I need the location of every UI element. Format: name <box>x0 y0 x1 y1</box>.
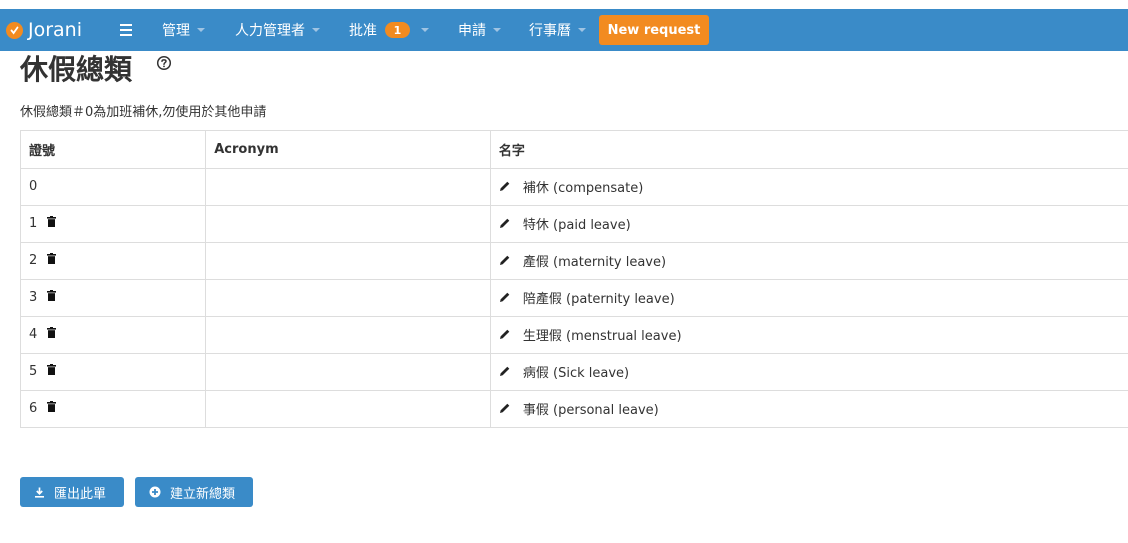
row-name: 事假 (personal leave) <box>522 402 659 418</box>
table-row: 4 生理假 (menstrual leave) <box>21 316 1128 354</box>
row-name: 補休 (compensate) <box>522 180 644 196</box>
caret-down-icon <box>493 28 501 32</box>
row-name: 產假 (maternity leave) <box>522 254 667 270</box>
nav-admin-label: 管理 <box>162 23 190 39</box>
nav-calendar-label: 行事曆 <box>529 23 571 39</box>
menu-toggle-icon[interactable] <box>118 22 134 38</box>
cell-name: 事假 (personal leave) <box>490 390 1128 428</box>
pending-count-badge: 1 <box>385 22 410 38</box>
cell-acronym <box>205 353 491 391</box>
table-row: 0 補休 (compensate) <box>21 168 1128 206</box>
nav-admin[interactable]: 管理 <box>162 9 205 51</box>
cell-name: 特休 (paid leave) <box>490 205 1128 243</box>
table-row: 1 特休 (paid leave) <box>21 205 1128 243</box>
table-row: 2 產假 (maternity leave) <box>21 242 1128 280</box>
cell-id: 4 <box>21 316 207 354</box>
nav-calendar[interactable]: 行事曆 <box>529 9 586 51</box>
cell-acronym <box>205 242 491 280</box>
row-name: 特休 (paid leave) <box>522 217 631 233</box>
delete-trash-icon[interactable] <box>47 290 56 305</box>
delete-trash-icon[interactable] <box>47 327 56 342</box>
cell-id: 2 <box>21 242 207 280</box>
leave-types-table: 證號 Acronym 名字 0 補休 (compensate) 1 特休 (pa… <box>20 130 1128 428</box>
table-header-row: 證號 Acronym 名字 <box>21 131 1128 169</box>
nav-approval-label: 批准 <box>349 23 377 39</box>
edit-pencil-icon[interactable] <box>499 365 511 381</box>
create-leave-type-label: 建立新總類 <box>170 486 236 502</box>
caret-down-icon <box>197 28 205 32</box>
plus-circle-icon <box>149 486 161 498</box>
edit-pencil-icon[interactable] <box>499 291 511 307</box>
delete-trash-icon[interactable] <box>47 216 56 231</box>
column-header-acronym[interactable]: Acronym <box>205 131 491 169</box>
cell-id: 5 <box>21 353 207 391</box>
cell-id: 6 <box>21 390 207 428</box>
top-navbar: Jorani 管理 人力管理者 批准 1 申請 行事曆 New request <box>0 9 1128 51</box>
row-id: 3 <box>29 290 38 305</box>
row-name: 陪產假 (paternity leave) <box>522 291 675 307</box>
cell-name: 陪產假 (paternity leave) <box>490 279 1128 317</box>
export-button-label: 匯出此單 <box>54 486 107 502</box>
caret-down-icon <box>312 28 320 32</box>
cell-acronym <box>205 390 491 428</box>
cell-name: 產假 (maternity leave) <box>490 242 1128 280</box>
leave-type-notice: 休假總類＃0為加班補休,勿使用於其他申請 <box>20 105 267 120</box>
nav-hr-manager-label: 人力管理者 <box>235 23 305 39</box>
download-icon <box>35 487 44 498</box>
edit-pencil-icon[interactable] <box>499 254 511 270</box>
column-header-name[interactable]: 名字 <box>490 131 1128 169</box>
export-button[interactable]: 匯出此單 <box>20 477 124 507</box>
cell-acronym <box>205 205 491 243</box>
jorani-logo-icon <box>6 21 23 39</box>
cell-name: 病假 (Sick leave) <box>490 353 1128 391</box>
cell-name: 補休 (compensate) <box>490 168 1128 206</box>
brand-name: Jorani <box>28 19 83 41</box>
edit-pencil-icon[interactable] <box>499 180 511 196</box>
row-name: 生理假 (menstrual leave) <box>522 328 682 344</box>
edit-pencil-icon[interactable] <box>499 217 511 233</box>
create-leave-type-button[interactable]: 建立新總類 <box>135 477 253 507</box>
cell-acronym <box>205 316 491 354</box>
caret-down-icon <box>578 28 586 32</box>
new-request-button[interactable]: New request <box>599 15 709 45</box>
cell-name: 生理假 (menstrual leave) <box>490 316 1128 354</box>
cell-id: 3 <box>21 279 207 317</box>
help-icon[interactable] <box>156 55 172 71</box>
nav-approval[interactable]: 批准 1 <box>349 9 429 51</box>
cell-acronym <box>205 279 491 317</box>
delete-trash-icon[interactable] <box>47 253 56 268</box>
row-id: 1 <box>29 216 38 231</box>
nav-requests-label: 申請 <box>458 23 486 39</box>
delete-trash-icon[interactable] <box>47 401 56 416</box>
row-name: 病假 (Sick leave) <box>522 365 630 381</box>
caret-down-icon <box>421 28 429 32</box>
row-id: 4 <box>29 327 38 342</box>
table-row: 5 病假 (Sick leave) <box>21 353 1128 391</box>
row-id: 2 <box>29 253 38 268</box>
row-id: 6 <box>29 401 38 416</box>
row-id: 5 <box>29 364 38 379</box>
page-title: 休假總類 <box>20 53 133 86</box>
cell-id: 0 <box>21 168 207 206</box>
row-id: 0 <box>29 179 38 194</box>
table-row: 3 陪產假 (paternity leave) <box>21 279 1128 317</box>
edit-pencil-icon[interactable] <box>499 328 511 344</box>
column-header-id[interactable]: 證號 <box>21 131 207 169</box>
edit-pencil-icon[interactable] <box>499 402 511 418</box>
nav-hr-manager[interactable]: 人力管理者 <box>235 9 320 51</box>
delete-trash-icon[interactable] <box>47 364 56 379</box>
brand-link[interactable]: Jorani <box>6 9 82 51</box>
table-row: 6 事假 (personal leave) <box>21 390 1128 428</box>
cell-acronym <box>205 168 491 206</box>
nav-requests[interactable]: 申請 <box>458 9 501 51</box>
cell-id: 1 <box>21 205 207 243</box>
